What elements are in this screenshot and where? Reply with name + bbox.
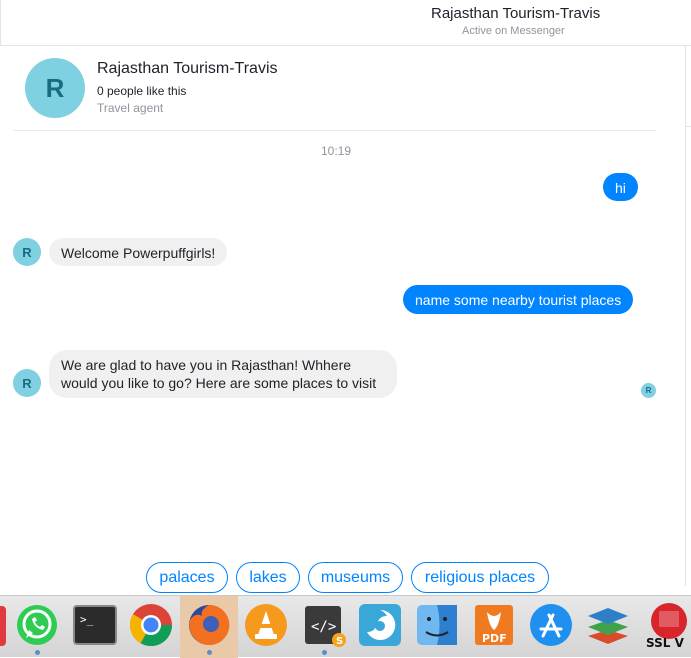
svg-text:</>: </>	[311, 619, 336, 635]
incoming-message: Welcome Powerpuffgirls!	[49, 238, 228, 266]
profile-category: Travel agent	[97, 101, 164, 115]
whatsapp-icon[interactable]	[13, 601, 61, 655]
bot-avatar: R	[13, 369, 41, 397]
sublime-text-icon[interactable]: </> S	[300, 601, 348, 655]
header-title: Rajasthan Tourism-Travis	[431, 5, 601, 22]
incoming-message: We are glad to have you in Rajasthan! Wh…	[49, 350, 397, 398]
message-timestamp: 10:19	[320, 144, 352, 158]
right-divider	[685, 46, 691, 586]
quick-reply-museums[interactable]: museums	[308, 562, 403, 593]
outgoing-message: hi	[603, 173, 638, 201]
pdf-reader-icon[interactable]: PDF	[470, 601, 518, 649]
terminal-icon[interactable]: >_	[71, 601, 119, 649]
quick-reply-lakes[interactable]: lakes	[236, 562, 300, 593]
app-store-icon[interactable]	[527, 601, 575, 649]
taskbar-dock: >_ </> S PDF SSL V	[0, 595, 691, 658]
profile-card: R Rajasthan Tourism-Travis 0 people like…	[13, 48, 656, 131]
layers-icon[interactable]	[584, 601, 632, 649]
profile-likes: 0 people like this	[97, 84, 187, 98]
ssl-vpn-icon[interactable]: SSL V	[643, 601, 691, 649]
svg-text:>_: >_	[80, 613, 94, 626]
seen-indicator-avatar: R	[641, 383, 656, 398]
firefox-icon[interactable]	[185, 601, 233, 655]
quick-reply-palaces[interactable]: palaces	[146, 562, 228, 593]
bot-avatar: R	[13, 238, 41, 266]
app-icon-partial[interactable]	[0, 606, 6, 646]
svg-text:S: S	[336, 636, 343, 647]
chat-header: Rajasthan Tourism-Travis Active on Messe…	[0, 0, 691, 46]
shutter-icon[interactable]	[356, 601, 404, 649]
chrome-icon[interactable]	[127, 601, 175, 649]
header-status: Active on Messenger	[462, 25, 565, 37]
profile-name[interactable]: Rajasthan Tourism-Travis	[97, 60, 278, 78]
outgoing-message: name some nearby tourist places	[403, 285, 634, 314]
svg-text:PDF: PDF	[482, 632, 507, 645]
avatar[interactable]: R	[25, 58, 85, 118]
vlc-icon[interactable]	[242, 601, 290, 649]
svg-text:SSL V: SSL V	[646, 636, 685, 649]
quick-reply-religious-places[interactable]: religious places	[411, 562, 549, 593]
finder-icon[interactable]	[413, 601, 461, 649]
